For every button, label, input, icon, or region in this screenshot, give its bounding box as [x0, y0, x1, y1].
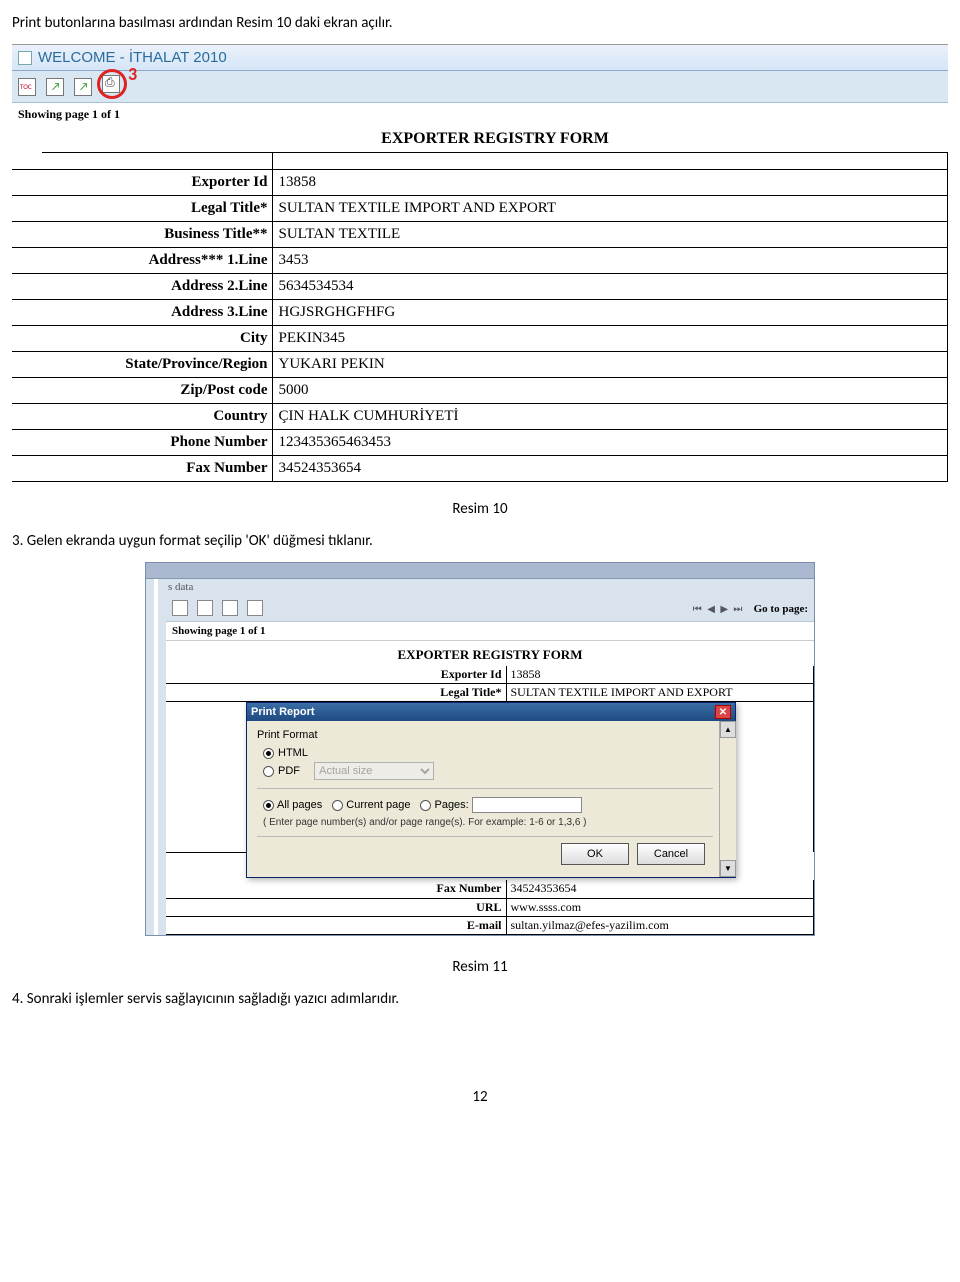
field-label: Fax Number: [42, 455, 272, 481]
nav-last-icon[interactable]: ⏭: [732, 602, 743, 615]
caption-resim-11: Resim 11: [12, 958, 948, 976]
step-3-text: 3. Gelen ekranda uygun format seçilip 'O…: [12, 532, 948, 550]
field-value: SULTAN TEXTILE IMPORT AND EXPORT: [272, 195, 948, 221]
field-value: www.ssss.com: [506, 898, 814, 916]
print-format-label: Print Format: [257, 729, 713, 741]
radio-pages[interactable]: [420, 800, 431, 811]
radio-pdf[interactable]: [263, 766, 274, 777]
goto-page-label: Go to page:: [754, 603, 808, 615]
radio-all-pages-label: All pages: [277, 799, 322, 811]
screenshot-resim-11: s data ⏮ ◀ ▶ ⏭ Go to page: Showing page …: [145, 562, 815, 936]
dialog-titlebar: Print Report ✕: [247, 703, 735, 721]
field-value: PEKIN345: [272, 325, 948, 351]
field-label: Legal Title*: [266, 684, 506, 702]
screenshot-resim-10: WELCOME - İTHALAT 2010 3 Showing page 1 …: [12, 44, 948, 482]
field-value: 13858: [272, 169, 948, 195]
left-vbar-2: [158, 579, 166, 935]
s-data-label: s data: [166, 579, 814, 595]
export-icon-2[interactable]: [74, 78, 92, 96]
step-4-text: 4. Sonraki işlemler servis sağlayıcının …: [12, 990, 948, 1008]
toolbar: 3: [12, 71, 948, 103]
field-label: Country: [42, 403, 272, 429]
dialog-title: Print Report: [251, 706, 315, 718]
field-value: SULTAN TEXTILE IMPORT AND EXPORT: [506, 684, 814, 702]
field-label: State/Province/Region: [42, 351, 272, 377]
field-label: Exporter Id: [266, 666, 506, 684]
radio-html[interactable]: [263, 748, 274, 759]
pages-input[interactable]: [472, 797, 582, 813]
field-value: sultan.yilmaz@efes-yazilim.com: [506, 916, 814, 934]
scroll-up-icon[interactable]: ▲: [720, 721, 736, 738]
pages-hint: ( Enter page number(s) and/or page range…: [263, 817, 713, 828]
field-value: 13858: [506, 666, 814, 684]
scroll-down-icon[interactable]: ▼: [720, 860, 736, 877]
field-label: Address 2.Line: [42, 273, 272, 299]
field-label: Legal Title*: [42, 195, 272, 221]
cancel-button[interactable]: Cancel: [637, 843, 705, 865]
form-title-2: EXPORTER REGISTRY FORM: [166, 641, 814, 666]
export-icon[interactable]: [197, 600, 213, 616]
nav-first-icon[interactable]: ⏮: [692, 602, 703, 615]
toc-icon[interactable]: [172, 600, 188, 616]
field-value: HGJSRGHGFHFG: [272, 299, 948, 325]
form-table-2: Exporter Id13858 Legal Title*SULTAN TEXT…: [166, 666, 814, 703]
form-table-2-bottom: Fax Number34524353654 URLwww.ssss.com E-…: [166, 880, 814, 935]
field-value: 34524353654: [272, 455, 948, 481]
field-value: 5634534534: [272, 273, 948, 299]
field-label: Address 3.Line: [42, 299, 272, 325]
toc-icon[interactable]: [18, 78, 36, 96]
field-label: Phone Number: [42, 429, 272, 455]
field-label: E-mail: [266, 916, 506, 934]
window-titlebar: WELCOME - İTHALAT 2010: [12, 45, 948, 71]
print-icon[interactable]: [247, 600, 263, 616]
intro-paragraph: Print butonlarına basılması ardından Res…: [12, 14, 948, 32]
form-table: Exporter Id13858 Legal Title*SULTAN TEXT…: [12, 153, 948, 482]
field-value: SULTAN TEXTILE: [272, 221, 948, 247]
field-value: YUKARI PEKIN: [272, 351, 948, 377]
field-label: Fax Number: [266, 880, 506, 898]
export-icon-2[interactable]: [222, 600, 238, 616]
radio-pdf-label: PDF: [278, 765, 300, 777]
field-value: 3453: [272, 247, 948, 273]
radio-current-page-label: Current page: [346, 799, 410, 811]
field-label: City: [42, 325, 272, 351]
field-value: 34524353654: [506, 880, 814, 898]
field-value: 5000: [272, 377, 948, 403]
radio-pages-label: Pages:: [434, 799, 468, 811]
radio-html-label: HTML: [278, 747, 308, 759]
form-title: EXPORTER REGISTRY FORM: [42, 126, 948, 153]
radio-all-pages[interactable]: [263, 800, 274, 811]
top-band: [146, 563, 814, 579]
field-label: Business Title**: [42, 221, 272, 247]
pager-text: Showing page 1 of 1: [12, 103, 948, 126]
dialog-scrollbar[interactable]: ▲ ▼: [719, 721, 736, 877]
field-label: Zip/Post code: [42, 377, 272, 403]
window-icon: [18, 51, 32, 65]
field-value: 123435365463453: [272, 429, 948, 455]
export-icon[interactable]: [46, 78, 64, 96]
close-icon[interactable]: ✕: [715, 705, 731, 719]
toolbar-2: ⏮ ◀ ▶ ⏭ Go to page:: [166, 595, 814, 622]
field-value: ÇIN HALK CUMHURİYETİ: [272, 403, 948, 429]
radio-current-page[interactable]: [332, 800, 343, 811]
caption-resim-10: Resim 10: [12, 500, 948, 518]
page-number: 12: [12, 1088, 948, 1106]
nav-next-icon[interactable]: ▶: [719, 602, 729, 615]
callout-number: 3: [128, 63, 137, 85]
field-label: Exporter Id: [42, 169, 272, 195]
print-dialog: Print Report ✕ ▲ ▼ Print Format HTML: [246, 702, 736, 878]
field-label: Address*** 1.Line: [42, 247, 272, 273]
pager-text-2: Showing page 1 of 1: [166, 622, 814, 641]
left-vbar: [146, 579, 154, 935]
print-button-highlighted[interactable]: 3: [102, 75, 120, 98]
nav-prev-icon[interactable]: ◀: [706, 602, 716, 615]
field-label: URL: [266, 898, 506, 916]
ok-button[interactable]: OK: [561, 843, 629, 865]
pdf-size-select: Actual size: [314, 762, 434, 780]
highlight-circle: [97, 69, 127, 99]
